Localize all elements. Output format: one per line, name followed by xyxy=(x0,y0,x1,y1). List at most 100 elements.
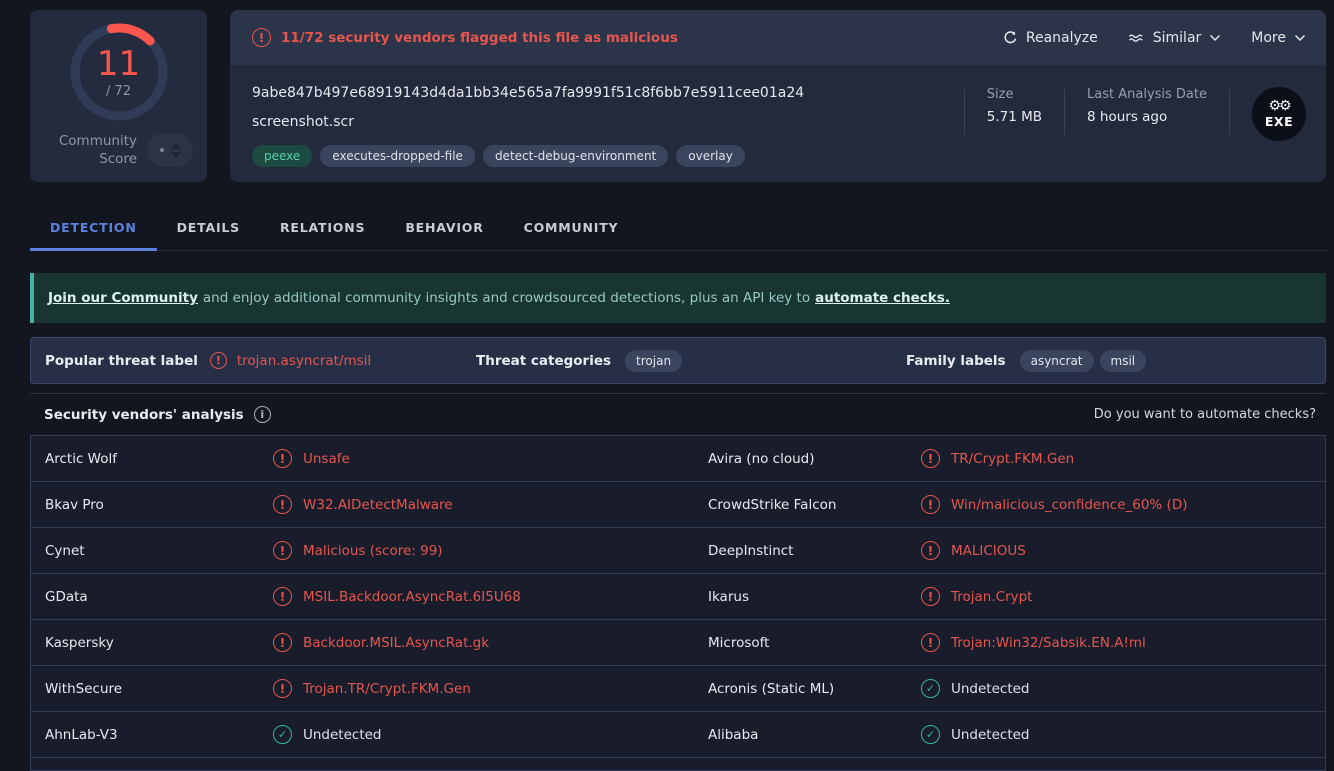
alert-icon xyxy=(210,352,227,369)
vendor-name: GData xyxy=(31,589,273,605)
table-row: Bkav Pro W32.AIDetectMalware CrowdStrike… xyxy=(31,482,1325,528)
vendors-title: Security vendors' analysis xyxy=(44,407,244,423)
tab-relations[interactable]: RELATIONS xyxy=(260,204,385,251)
vendor-name: AhnLab-V3 xyxy=(31,727,273,743)
join-community-link[interactable]: Join our Community xyxy=(48,290,198,306)
table-row: WithSecure Trojan.TR/Crypt.FKM.Gen Acron… xyxy=(31,666,1325,712)
alert-text: 11/72 security vendors flagged this file… xyxy=(281,30,678,46)
vendor-result: TR/Crypt.FKM.Gen xyxy=(921,449,1325,468)
vendor-result: Backdoor.MSIL.AsyncRat.gk xyxy=(273,633,694,652)
table-row: Cynet Malicious (score: 99) DeepInstinct… xyxy=(31,528,1325,574)
vendor-result: Undetected xyxy=(921,725,1325,744)
virustotal-detection-page: 11 / 72 Community Score xyxy=(0,0,1334,760)
vendor-result: Win/malicious_confidence_60% (D) xyxy=(921,495,1325,514)
family-label-pill[interactable]: asyncrat xyxy=(1020,350,1094,372)
similar-icon xyxy=(1128,31,1145,45)
last-analysis-date-label: Last Analysis Date xyxy=(1087,87,1207,102)
size-value: 5.71 MB xyxy=(987,109,1042,125)
tag-detect-debug-environment[interactable]: detect-debug-environment xyxy=(483,145,668,167)
reanalyze-button[interactable]: Reanalyze xyxy=(1003,30,1098,46)
vendor-name: CrowdStrike Falcon xyxy=(694,497,921,513)
vendor-result: Trojan:Win32/Sabsik.EN.A!ml xyxy=(921,633,1325,652)
table-row: Arctic Wolf Unsafe Avira (no cloud) TR/C… xyxy=(31,436,1325,482)
chevron-down-icon xyxy=(1294,34,1306,42)
automate-checks-link[interactable]: automate checks. xyxy=(815,290,950,306)
exclamation-icon[interactable] xyxy=(921,449,940,468)
file-hash[interactable]: 9abe847b497e68919143d4da1bb34e565a7fa999… xyxy=(252,85,964,101)
tab-behavior[interactable]: BEHAVIOR xyxy=(385,204,503,251)
check-icon[interactable] xyxy=(921,679,940,698)
alert-icon xyxy=(252,28,271,47)
file-type-exe-icon: ⚙⚙ EXE xyxy=(1252,87,1306,141)
score-denominator: / 72 xyxy=(67,84,171,99)
file-meta: Size 5.71 MB Last Analysis Date 8 hours … xyxy=(964,79,1306,182)
score-value: 11 xyxy=(67,46,171,83)
vendor-name: Bkav Pro xyxy=(31,497,273,513)
vendor-name: Microsoft xyxy=(694,635,921,651)
info-icon[interactable] xyxy=(254,406,271,423)
table-row: AhnLab-V3 Undetected Alibaba Undetected xyxy=(31,712,1325,758)
more-button[interactable]: More xyxy=(1251,30,1306,46)
threat-categories-label: Threat categories xyxy=(476,353,611,369)
tag-overlay[interactable]: overlay xyxy=(676,145,745,167)
malicious-alert: 11/72 security vendors flagged this file… xyxy=(252,28,678,47)
last-analysis-date-value: 8 hours ago xyxy=(1087,109,1207,125)
vendor-result: W32.AIDetectMalware xyxy=(273,495,694,514)
vote-up-icon[interactable] xyxy=(171,143,181,149)
vendor-result: MALICIOUS xyxy=(921,541,1325,560)
exclamation-icon[interactable] xyxy=(921,633,940,652)
check-icon[interactable] xyxy=(921,725,940,744)
vendor-result: Trojan.TR/Crypt.FKM.Gen xyxy=(273,679,694,698)
exclamation-icon[interactable] xyxy=(273,633,292,652)
tab-detection[interactable]: DETECTION xyxy=(30,204,157,251)
exclamation-icon[interactable] xyxy=(921,541,940,560)
size-label: Size xyxy=(987,87,1042,102)
similar-button[interactable]: Similar xyxy=(1128,30,1222,46)
file-summary-card: 11/72 security vendors flagged this file… xyxy=(230,10,1326,182)
alert-strip: 11/72 security vendors flagged this file… xyxy=(230,10,1326,65)
tab-community[interactable]: COMMUNITY xyxy=(504,204,639,251)
community-vote-control[interactable] xyxy=(147,133,193,167)
tab-bar: DETECTION DETAILS RELATIONS BEHAVIOR COM… xyxy=(30,204,1326,251)
vendor-name: Alibaba xyxy=(694,727,921,743)
threat-category-pill[interactable]: trojan xyxy=(625,350,682,372)
detection-score-gauge: 11 / 72 xyxy=(67,20,171,124)
exclamation-icon[interactable] xyxy=(273,449,292,468)
exclamation-icon[interactable] xyxy=(273,495,292,514)
header-area: 11 / 72 Community Score xyxy=(30,10,1326,182)
vendor-result: Malicious (score: 99) xyxy=(273,541,694,560)
vote-down-icon[interactable] xyxy=(171,152,181,158)
vendor-name: Arctic Wolf xyxy=(31,451,273,467)
vendor-result: Trojan.Crypt xyxy=(921,587,1325,606)
file-name: screenshot.scr xyxy=(252,114,964,130)
popular-threat-value[interactable]: trojan.asyncrat/msil xyxy=(210,352,371,369)
vendor-result: Undetected xyxy=(921,679,1325,698)
file-tags: peexe executes-dropped-file detect-debug… xyxy=(252,145,964,167)
vendor-name: Kaspersky xyxy=(31,635,273,651)
vendors-header: Security vendors' analysis Do you want t… xyxy=(30,393,1326,435)
vendor-result: MSIL.Backdoor.AsyncRat.6I5U68 xyxy=(273,587,694,606)
check-icon[interactable] xyxy=(273,725,292,744)
exclamation-icon[interactable] xyxy=(273,679,292,698)
vendor-name: DeepInstinct xyxy=(694,543,921,559)
exclamation-icon[interactable] xyxy=(921,495,940,514)
vote-dot-icon xyxy=(160,148,164,152)
tab-details[interactable]: DETAILS xyxy=(157,204,260,251)
exclamation-icon[interactable] xyxy=(273,541,292,560)
family-label-pill[interactable]: msil xyxy=(1100,350,1147,372)
vendor-name: Cynet xyxy=(31,543,273,559)
vendor-name: Avira (no cloud) xyxy=(694,451,921,467)
refresh-icon xyxy=(1003,30,1018,45)
tag-executes-dropped-file[interactable]: executes-dropped-file xyxy=(320,145,475,167)
exclamation-icon[interactable] xyxy=(273,587,292,606)
vendor-result: Undetected xyxy=(273,725,694,744)
vendor-name: Ikarus xyxy=(694,589,921,605)
detection-score-card: 11 / 72 Community Score xyxy=(30,10,207,182)
automate-checks-prompt[interactable]: Do you want to automate checks? xyxy=(1094,407,1316,422)
banner-text: and enjoy additional community insights … xyxy=(203,290,810,306)
chevron-down-icon xyxy=(1209,34,1221,42)
exclamation-icon[interactable] xyxy=(921,587,940,606)
tag-peexe[interactable]: peexe xyxy=(252,145,312,167)
community-banner: Join our Community and enjoy additional … xyxy=(30,273,1326,323)
popular-threat-label: Popular threat label xyxy=(45,353,198,369)
